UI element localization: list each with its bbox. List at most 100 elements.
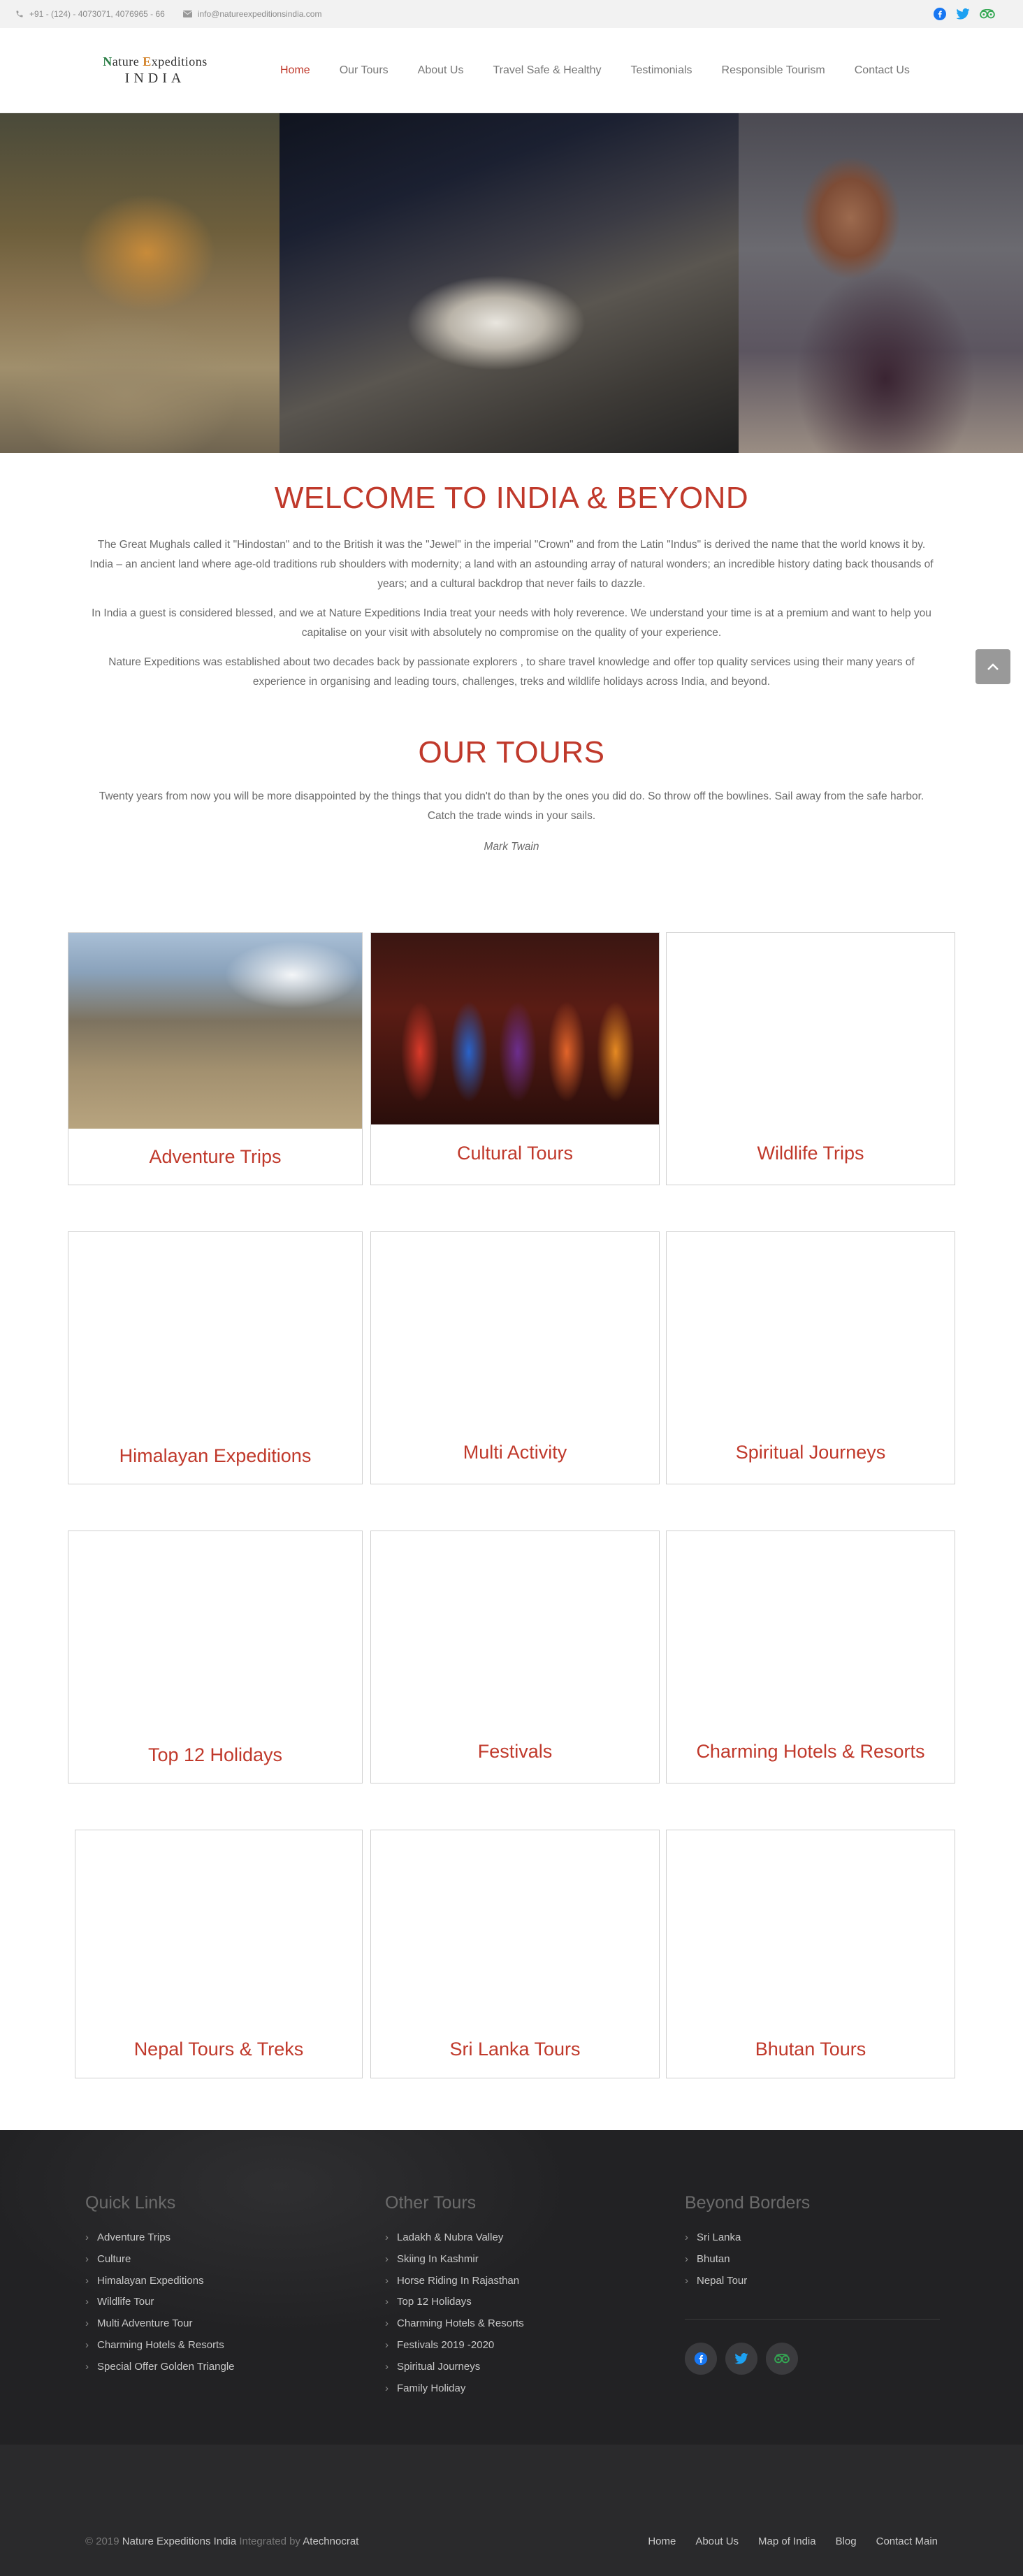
twitter-icon[interactable] (725, 2343, 757, 2375)
card-title: Adventure Trips (149, 1146, 282, 1167)
bottom-link-blog[interactable]: Blog (836, 2535, 857, 2547)
phone-text: +91 - (124) - 4073071, 4076965 - 66 (29, 9, 165, 19)
footer-link[interactable]: Charming Hotels & Resorts (85, 2335, 235, 2357)
tour-card-festivals[interactable]: Festivals (370, 1531, 660, 1783)
main-nav: Home Our Tours About Us Travel Safe & He… (266, 64, 924, 77)
tripadvisor-icon[interactable] (766, 2343, 798, 2375)
tour-card-multi-activity[interactable]: Multi Activity (370, 1231, 660, 1484)
site-logo[interactable]: Nature Expeditions INDIA (87, 55, 224, 87)
hero-image-monastery (280, 113, 739, 453)
email-item[interactable]: info@natureexpeditionsindia.com (182, 9, 322, 19)
phone-icon (15, 10, 24, 18)
email-link[interactable]: info@natureexpeditionsindia.com (198, 9, 322, 19)
tour-card-wildlife[interactable]: Wildlife Trips (666, 932, 955, 1185)
footer-link[interactable]: Himalayan Expeditions (85, 2271, 235, 2292)
back-to-top-button[interactable] (975, 649, 1010, 684)
tour-card-bhutan[interactable]: Bhutan Tours (666, 1830, 955, 2078)
card-title: Multi Activity (463, 1442, 567, 1463)
hero-image-tiger (0, 113, 280, 453)
nav-our-tours[interactable]: Our Tours (325, 64, 403, 77)
nav-travel-safe[interactable]: Travel Safe & Healthy (478, 64, 616, 77)
footer-link[interactable]: Top 12 Holidays (385, 2292, 524, 2313)
footer-social-links (685, 2343, 798, 2375)
copyright-site-link[interactable]: Nature Expeditions India (122, 2535, 236, 2547)
facebook-icon[interactable] (934, 8, 946, 20)
welcome-paragraph-2: In India a guest is considered blessed, … (92, 607, 931, 639)
logo-letter-n: N (103, 54, 113, 68)
footer-link[interactable]: Bhutan (685, 2249, 810, 2271)
cultural-tours-image (371, 933, 659, 1124)
footer-bottom-nav: Home About Us Map of India Blog Contact … (645, 2535, 938, 2547)
logo-line-2: INDIA (124, 70, 186, 86)
card-title: Wildlife Trips (757, 1143, 864, 1164)
tour-card-hotels[interactable]: Charming Hotels & Resorts (666, 1531, 955, 1783)
bottom-link-map[interactable]: Map of India (758, 2535, 816, 2547)
welcome-section: WELCOME TO INDIA & BEYOND The Great Mugh… (0, 453, 1023, 692)
copyright-prefix: © 2019 (85, 2535, 119, 2547)
tour-card-nepal[interactable]: Nepal Tours & Treks (75, 1830, 363, 2078)
card-title: Spiritual Journeys (735, 1442, 886, 1463)
footer-link[interactable]: Family Holiday (385, 2378, 524, 2400)
tripadvisor-icon[interactable] (980, 9, 995, 19)
nav-about-us[interactable]: About Us (403, 64, 479, 77)
footer-link[interactable]: Special Offer Golden Triangle (85, 2357, 235, 2378)
nav-contact-us[interactable]: Contact Us (840, 64, 924, 77)
bottom-link-contact[interactable]: Contact Main (876, 2535, 938, 2547)
tour-card-sri-lanka[interactable]: Sri Lanka Tours (370, 1830, 660, 2078)
facebook-icon[interactable] (685, 2343, 717, 2375)
card-title: Nepal Tours & Treks (133, 2039, 304, 2060)
contact-info: +91 - (124) - 4073071, 4076965 - 66 info… (15, 9, 321, 19)
hero-image-woman (739, 113, 1023, 453)
bottom-link-about[interactable]: About Us (695, 2535, 739, 2547)
tours-quote: Twenty years from now you will be more d… (99, 790, 924, 822)
footer-link[interactable]: Ladakh & Nubra Valley (385, 2227, 524, 2249)
card-title: Cultural Tours (456, 1143, 574, 1164)
twitter-icon[interactable] (956, 8, 970, 20)
footer-link[interactable]: Sri Lanka (685, 2227, 810, 2249)
tour-card-cultural[interactable]: Cultural Tours (370, 932, 660, 1185)
tour-card-adventure[interactable]: Adventure Trips (68, 932, 363, 1185)
footer-link[interactable]: Spiritual Journeys (385, 2357, 524, 2378)
footer-link[interactable]: Skiing In Kashmir (385, 2249, 524, 2271)
card-title: Festivals (477, 1741, 553, 1762)
footer-link[interactable]: Nepal Tour (685, 2271, 810, 2292)
our-tours-title: OUR TOURS (418, 735, 605, 769)
card-title: Bhutan Tours (755, 2039, 866, 2060)
card-title: Charming Hotels & Resorts (696, 1741, 925, 1762)
tour-card-himalayan[interactable]: Himalayan Expeditions (68, 1231, 363, 1484)
footer-beyond-borders: Beyond Borders Sri Lanka Bhutan Nepal To… (685, 2193, 810, 2292)
welcome-title: WELCOME TO INDIA & BEYOND (274, 481, 749, 515)
phone-item: +91 - (124) - 4073071, 4076965 - 66 (15, 9, 165, 19)
footer-other-tours: Other Tours Ladakh & Nubra Valley Skiing… (385, 2193, 524, 2399)
nav-testimonials[interactable]: Testimonials (616, 64, 706, 77)
chevron-up-icon (987, 663, 999, 671)
tour-card-top-12[interactable]: Top 12 Holidays (68, 1531, 363, 1783)
card-title: Himalayan Expeditions (119, 1445, 312, 1466)
our-tours-section: OUR TOURS Twenty years from now you will… (0, 692, 1023, 857)
top-bar: +91 - (124) - 4073071, 4076965 - 66 info… (0, 0, 1023, 28)
copyright-mid: Integrated by (239, 2535, 300, 2547)
site-footer: Quick Links Adventure Trips Culture Hima… (0, 2130, 1023, 2445)
logo-word-xpeditions: xpeditions (151, 54, 208, 68)
footer-divider (685, 2319, 940, 2320)
mail-icon (182, 10, 192, 17)
footer-link[interactable]: Culture (85, 2249, 235, 2271)
site-header: Nature Expeditions INDIA Home Our Tours … (0, 28, 1023, 113)
footer-link[interactable]: Wildlife Tour (85, 2292, 235, 2313)
tour-cards-grid: Adventure Trips Cultural Tours Wildlife … (0, 932, 1023, 2130)
nav-home[interactable]: Home (266, 64, 325, 77)
tour-card-spiritual[interactable]: Spiritual Journeys (666, 1231, 955, 1484)
footer-link[interactable]: Festivals 2019 -2020 (385, 2335, 524, 2357)
logo-line-1: Nature Expeditions (87, 55, 224, 69)
nav-responsible-tourism[interactable]: Responsible Tourism (707, 64, 840, 77)
footer-heading: Other Tours (385, 2193, 477, 2213)
footer-link[interactable]: Adventure Trips (85, 2227, 235, 2249)
footer-quick-links: Quick Links Adventure Trips Culture Hima… (85, 2193, 235, 2378)
hero-banner (0, 113, 1023, 453)
footer-link[interactable]: Charming Hotels & Resorts (385, 2313, 524, 2335)
copyright-developer-link[interactable]: Atechnocrat (303, 2535, 358, 2547)
footer-link[interactable]: Multi Adventure Tour (85, 2313, 235, 2335)
bottom-link-home[interactable]: Home (648, 2535, 676, 2547)
welcome-paragraph-3: Nature Expeditions was established about… (108, 656, 915, 688)
footer-link[interactable]: Horse Riding In Rajasthan (385, 2271, 524, 2292)
